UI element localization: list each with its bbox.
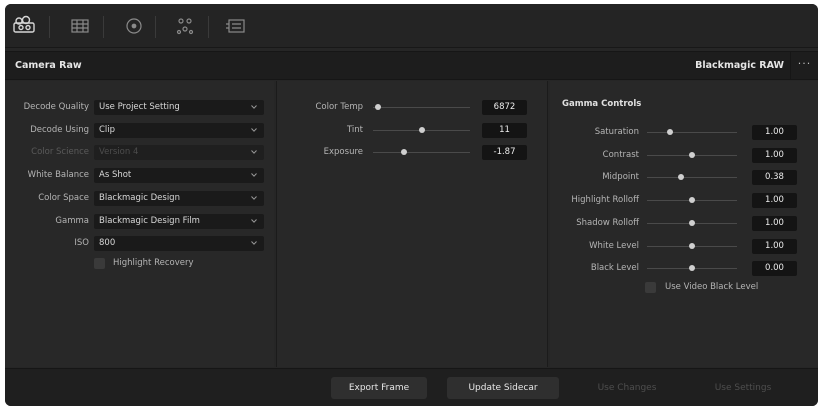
gamma-label: Gamma (55, 215, 89, 226)
highlight-rolloff-value-field[interactable]: 1.00 (752, 193, 797, 209)
decode-using-label: Decode Using (30, 124, 89, 135)
color-wheels-icon[interactable] (122, 14, 146, 38)
tint-value-field[interactable]: 11 (482, 122, 527, 138)
color-space-value: Blackmagic Design (99, 192, 180, 203)
decode-quality-dropdown[interactable]: Use Project Setting (94, 100, 264, 115)
gamma-dropdown[interactable]: Blackmagic Design Film (94, 213, 264, 229)
use-video-black-level-label: Use Video Black Level (665, 282, 759, 292)
contrast-label: Contrast (602, 149, 639, 160)
shadow-rolloff-label: Shadow Rolloff (576, 217, 639, 228)
footer: Export Frame Update Sidecar Use Changes … (5, 368, 818, 406)
tint-slider-knob[interactable] (418, 126, 425, 133)
gamma-controls-column: Gamma Controls Saturation 1.00 Contrast 1.0… (550, 81, 818, 367)
chevron-down-icon (251, 218, 257, 224)
decode-settings-column: Decode Quality Use Project Setting Decode … (5, 81, 274, 367)
white-level-slider-knob[interactable] (689, 242, 695, 249)
highlight-rolloff-slider-knob[interactable] (689, 197, 695, 204)
color-match-icon[interactable] (68, 14, 92, 38)
color-temp-slider[interactable] (373, 102, 470, 113)
contrast-slider-knob[interactable] (689, 151, 695, 158)
color-temp-label: Color Temp (315, 102, 363, 112)
midpoint-slider-knob[interactable] (678, 174, 685, 181)
saturation-slider[interactable] (647, 127, 737, 138)
contrast-slider[interactable] (647, 150, 737, 161)
white-level-label: White Level (589, 240, 639, 251)
shadow-rolloff-slider-knob[interactable] (689, 219, 695, 226)
black-level-slider-knob[interactable] (689, 265, 695, 272)
color-temp-value-field[interactable]: 6872 (482, 100, 527, 115)
exposure-label: Exposure (323, 147, 363, 157)
gamma-value: Blackmagic Design Film (99, 215, 200, 226)
export-frame-button[interactable]: Export Frame (331, 377, 427, 399)
white-level-value-field[interactable]: 1.00 (752, 238, 797, 254)
exposure-value-field[interactable]: -1.87 (482, 145, 527, 160)
chevron-down-icon (251, 172, 257, 178)
camera-raw-panel: Camera Raw Blackmagic RAW ··· Decode Qua… (5, 4, 818, 406)
white-balance-label: White Balance (27, 170, 89, 181)
exposure-slider[interactable] (373, 147, 470, 158)
highlight-recovery-label: Highlight Recovery (113, 258, 194, 268)
use-settings-button[interactable]: Use Settings (695, 377, 791, 399)
midpoint-value-field[interactable]: 0.38 (752, 170, 797, 186)
saturation-value-field[interactable]: 1.00 (752, 125, 797, 140)
black-level-slider[interactable] (647, 263, 737, 274)
chevron-down-icon (251, 149, 257, 155)
color-science-label: Color Science (31, 147, 89, 158)
color-science-dropdown: Version 4 (94, 145, 264, 161)
decode-using-value: Clip (99, 124, 116, 135)
chevron-down-icon (251, 195, 257, 201)
contrast-value-field[interactable]: 1.00 (752, 147, 797, 163)
nodes-icon[interactable] (173, 14, 197, 38)
shadow-rolloff-value-field[interactable]: 1.00 (752, 215, 797, 231)
use-changes-button[interactable]: Use Changes (579, 377, 675, 399)
iso-label: ISO (74, 238, 89, 249)
decode-quality-label: Decode Quality (23, 102, 89, 112)
midpoint-label: Midpoint (602, 172, 639, 183)
chevron-down-icon (251, 240, 257, 246)
iso-value: 800 (99, 238, 116, 249)
tint-slider[interactable] (373, 125, 470, 136)
gamma-controls-title: Gamma Controls (562, 99, 642, 109)
panel-header: Camera Raw Blackmagic RAW ··· (5, 51, 818, 80)
color-space-label: Color Space (38, 192, 89, 203)
camera-raw-icon[interactable] (12, 14, 36, 38)
exposure-slider-knob[interactable] (401, 149, 408, 155)
highlight-rolloff-label: Highlight Rolloff (571, 195, 639, 206)
highlight-recovery-checkbox[interactable] (94, 258, 105, 269)
image-adjustments-column: Color Temp 6872 Tint 11 Exposure -1.87 (276, 81, 548, 367)
white-balance-dropdown[interactable]: As Shot (94, 168, 264, 184)
metadata-icon[interactable] (224, 14, 248, 38)
chevron-down-icon (251, 104, 257, 110)
update-sidecar-button[interactable]: Update Sidecar (447, 377, 559, 399)
decode-using-dropdown[interactable]: Clip (94, 122, 264, 138)
saturation-slider-knob[interactable] (666, 129, 673, 135)
panel-title: Camera Raw (15, 60, 82, 71)
toolbar (5, 4, 818, 48)
color-space-dropdown[interactable]: Blackmagic Design (94, 190, 264, 206)
color-science-value: Version 4 (99, 147, 139, 158)
raw-format-label: Blackmagic RAW (695, 60, 784, 71)
color-temp-slider-knob[interactable] (374, 104, 381, 110)
black-level-label: Black Level (590, 263, 639, 274)
iso-dropdown[interactable]: 800 (94, 236, 264, 252)
black-level-value-field[interactable]: 0.00 (752, 261, 797, 277)
shadow-rolloff-slider[interactable] (647, 218, 737, 229)
saturation-label: Saturation (594, 127, 639, 137)
more-options-icon[interactable]: ··· (790, 52, 818, 79)
chevron-down-icon (251, 127, 257, 133)
decode-quality-value: Use Project Setting (99, 102, 180, 112)
highlight-rolloff-slider[interactable] (647, 195, 737, 206)
midpoint-slider[interactable] (647, 172, 737, 183)
tint-label: Tint (346, 124, 363, 135)
white-balance-value: As Shot (99, 170, 132, 181)
white-level-slider[interactable] (647, 241, 737, 252)
use-video-black-level-checkbox[interactable] (645, 282, 656, 293)
